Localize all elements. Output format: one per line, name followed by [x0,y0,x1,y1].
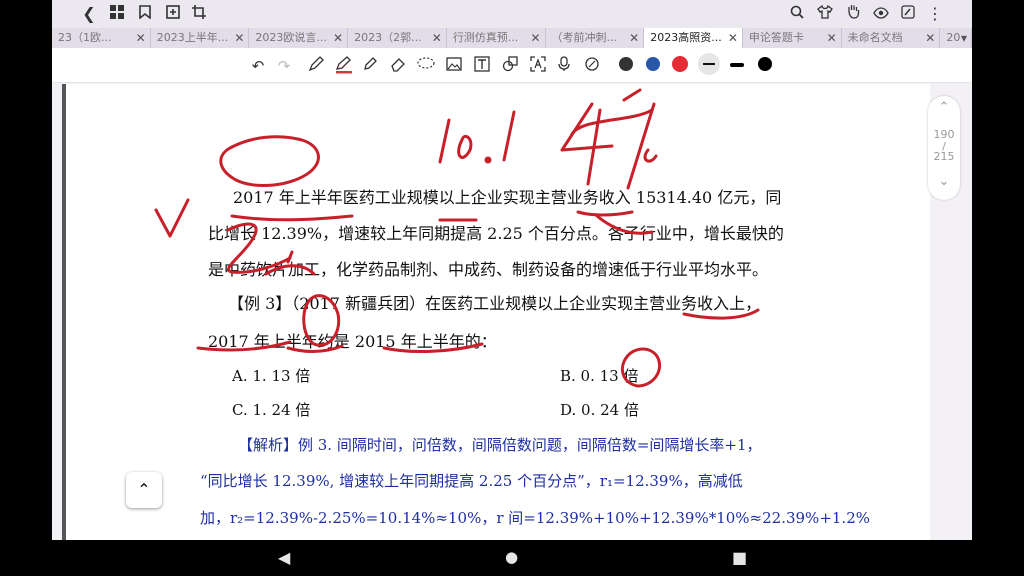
analysis-line-1: 【解析】例 3. 间隔时间，问倍数，间隔倍数问题，间隔倍数=间隔增长率+1， [238,436,762,454]
shirt-icon[interactable] [814,3,836,25]
add-page-icon[interactable] [162,3,184,25]
more-vert-icon[interactable]: ⋮ [924,3,946,25]
close-icon[interactable]: ✕ [925,28,935,48]
option-a: A. 1. 13 倍 [232,367,311,385]
tab-0[interactable]: 23（1欧... ✕ [52,28,151,48]
image-icon[interactable] [444,56,464,76]
option-c: C. 1. 24 倍 [232,401,311,419]
page-scroll-indicator[interactable]: ⌃ 190 / 215 ⌄ [928,96,960,200]
tab-1[interactable]: 2023上半年... ✕ [151,28,250,48]
tab-6-active[interactable]: 2023高照资... ✕ [644,28,743,48]
ocr-text-icon[interactable] [528,56,548,76]
tab-label: 行测仿真预... [452,31,519,44]
close-icon[interactable]: ✕ [827,28,837,48]
scroll-to-top-button[interactable]: ⌃ [126,472,162,508]
back-triangle-icon[interactable]: ◀ [278,548,290,567]
tab-label: 2023上半年... [156,31,229,44]
annotation-toolbar: ↶ ↷ [52,48,972,83]
question-title: 【例 3】（2017 新疆兵团）在医药工业规模以上企业实现主营业务收入上， [228,294,762,313]
tab-label: （考前冲刺... [551,31,618,44]
text-box-icon[interactable] [472,56,492,76]
highlighter-pen-icon[interactable] [334,56,354,76]
paragraph-line-3: 是中药饮片加工，化学药品制剂、中成药、制药设备的增速低于行业平均水平。 [208,260,769,279]
tab-9[interactable]: 20 ▾ [940,28,972,48]
color-swatch-dark[interactable] [619,57,633,71]
microphone-icon[interactable] [554,56,574,76]
color-swatch-blue[interactable] [646,57,660,71]
tab-label: 未命名文档 [847,31,903,44]
stroke-width-medium[interactable] [730,63,744,67]
tab-2[interactable]: 2023欧说言... ✕ [249,28,349,48]
search-icon[interactable] [786,3,808,25]
bookmark-icon[interactable] [134,3,156,25]
close-icon[interactable]: ✕ [333,28,343,48]
stroke-width-thin-selected[interactable] [698,53,720,75]
chevron-up-icon[interactable]: ⌃ [928,100,960,115]
pen-tablet-icon[interactable] [897,3,919,25]
chevron-down-icon[interactable]: ▾ [961,28,967,48]
chevron-left-icon[interactable]: ❮ [78,3,100,25]
top-bar: ❮ ⋮ [52,0,972,28]
reader-app: ❮ ⋮ 23（1欧... ✕ 2023上半年... ✕ 2023欧说言... ✕… [52,0,972,540]
page-edge [62,84,66,540]
crop-icon[interactable] [188,3,210,25]
option-d: D. 0. 24 倍 [560,401,639,419]
close-icon[interactable]: ✕ [530,28,540,48]
tab-label: 2023欧说言... [255,31,327,44]
analysis-line-3: 加，r₂=12.39%-2.25%=10.14%≈10%，r 间=12.39%+… [200,509,870,527]
android-nav-bar: ◀ ● ■ [0,540,1024,576]
color-swatch-red-selected[interactable] [672,56,688,72]
home-circle-icon[interactable]: ● [505,548,518,566]
lasso-icon[interactable] [416,56,436,76]
tab-7[interactable]: 申论答题卡 ✕ [743,28,842,48]
marker-icon[interactable] [360,56,380,76]
tab-8[interactable]: 未命名文档 ✕ [842,28,941,48]
option-b: B. 0. 13 倍 [560,367,639,385]
question-stem: 2017 年上半年约是 2015 年上半年的： [208,332,497,351]
redo-icon[interactable]: ↷ [274,56,294,76]
analysis-line-2: “同比增长 12.39%, 增速较上年同期提高 2.25 个百分点”，r₁=12… [200,472,743,490]
tab-label: 申论答题卡 [748,31,804,44]
document-tabs: 23（1欧... ✕ 2023上半年... ✕ 2023欧说言... ✕ 2023（2… [52,28,972,48]
tab-label: 2023（2郭... [354,31,422,44]
undo-icon[interactable]: ↶ [248,56,268,76]
chevron-down-icon[interactable]: ⌄ [928,174,960,189]
grid-icon[interactable] [106,3,128,25]
close-icon[interactable]: ✕ [234,28,244,48]
recents-square-icon[interactable]: ■ [732,548,747,567]
eye-icon[interactable] [870,3,892,25]
tab-label: 23（1欧... [58,31,112,44]
stroke-width-thick[interactable] [758,57,772,71]
tab-4[interactable]: 行测仿真预... ✕ [447,28,546,48]
shapes-icon[interactable] [500,56,520,76]
total-page-number: 215 [933,150,955,163]
close-icon[interactable]: ✕ [629,28,639,48]
chevron-up-icon: ⌃ [137,480,151,499]
pen-icon[interactable] [306,56,326,76]
close-icon[interactable]: ✕ [136,28,146,48]
paragraph-line-1: 2017 年上半年医药工业规模以上企业实现主营业务收入 15314.40 亿元，… [233,188,782,207]
tab-5[interactable]: （考前冲刺... ✕ [546,28,645,48]
document-page[interactable]: 2017 年上半年医药工业规模以上企业实现主营业务收入 15314.40 亿元，… [62,84,930,540]
eraser-icon[interactable] [388,56,408,76]
tab-3[interactable]: 2023（2郭... ✕ [348,28,447,48]
laser-pointer-icon[interactable] [582,56,602,76]
tab-label: 2023高照资... [650,31,722,44]
tab-label: 20 [946,31,961,44]
paragraph-line-2: 比增长 12.39%，增速较上年同期提高 2.25 个百分点。各子行业中，增长最… [208,224,784,243]
hand-icon[interactable] [842,3,864,25]
close-icon[interactable]: ✕ [432,28,442,48]
close-icon[interactable]: ✕ [728,28,738,48]
